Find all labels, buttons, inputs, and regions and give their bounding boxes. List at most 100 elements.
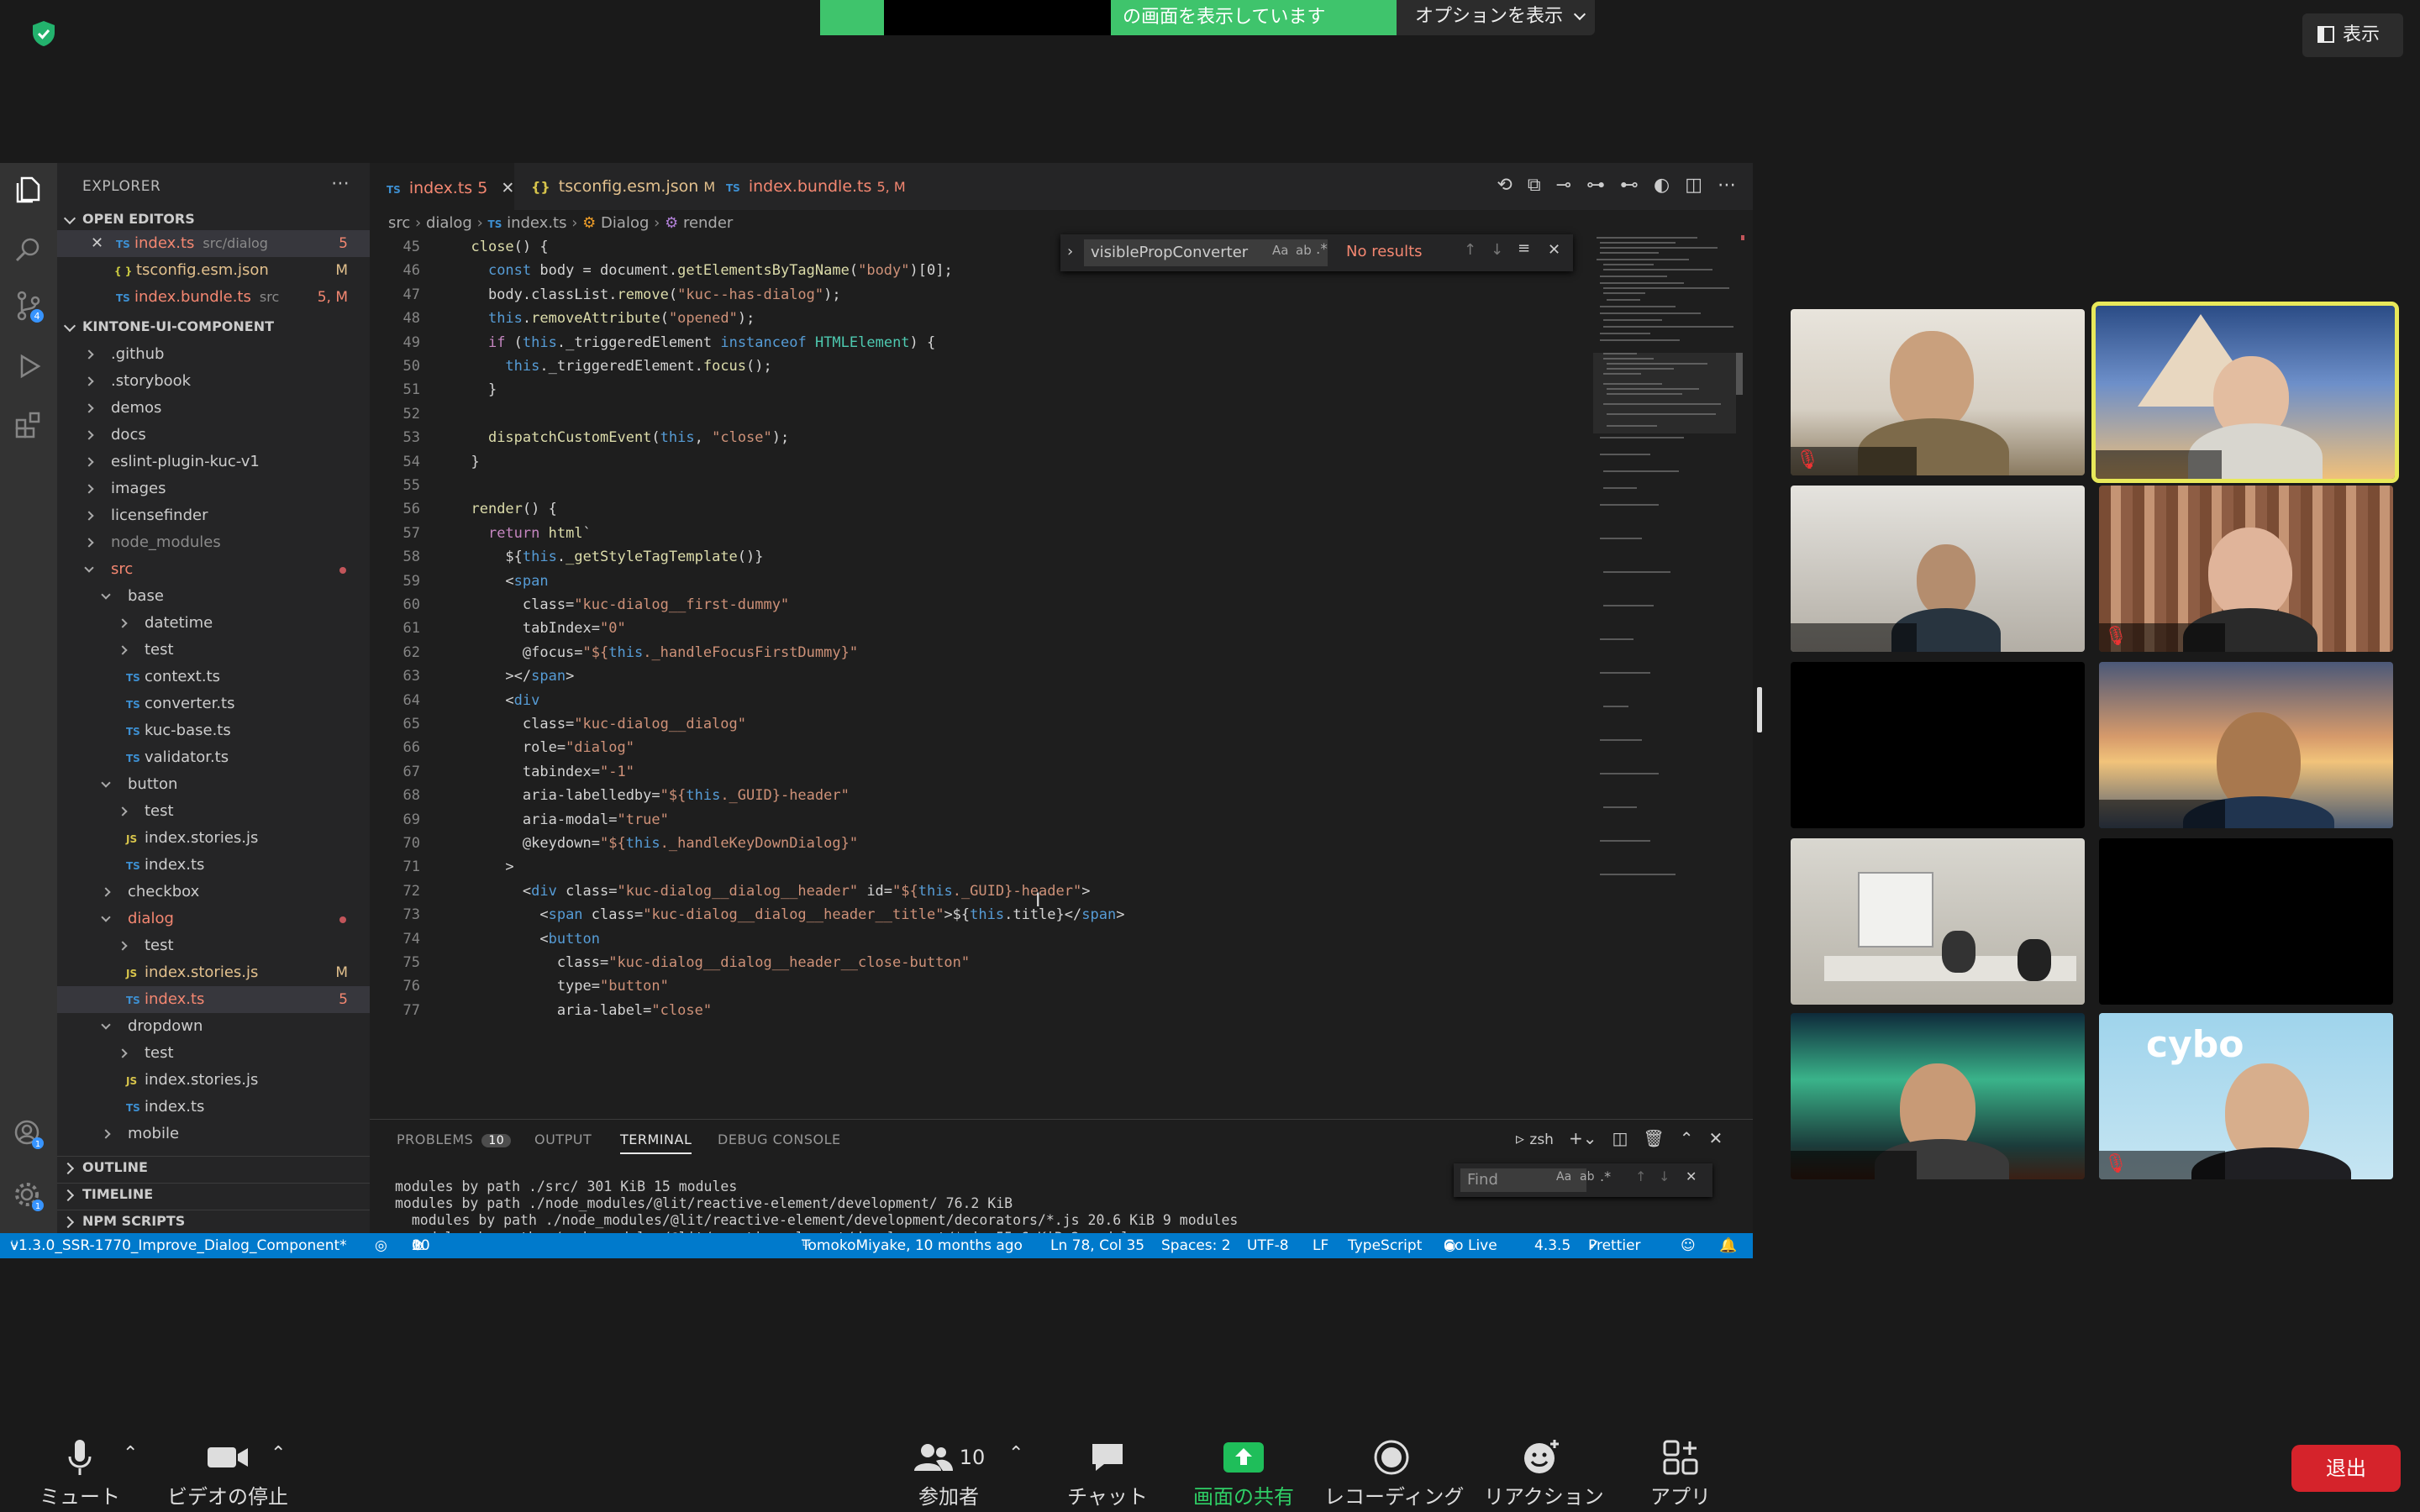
close-icon[interactable]: ✕ <box>1548 241 1560 259</box>
tree-folder[interactable]: licensefinder <box>57 502 370 529</box>
tree-folder[interactable]: test <box>57 637 370 664</box>
search-icon[interactable] <box>12 234 45 267</box>
record-button[interactable]: レコーディング <box>1324 1435 1464 1509</box>
npm-scripts-header[interactable]: NPM SCRIPTS <box>57 1210 370 1231</box>
tree-folder[interactable]: dialog <box>57 906 370 932</box>
participant-video-room[interactable] <box>1791 838 2085 1005</box>
tree-folder[interactable]: test <box>57 1040 370 1067</box>
mute-button[interactable]: ミュート <box>34 1435 126 1509</box>
cursor-position[interactable]: Ln 78, Col 35 <box>1050 1233 1144 1258</box>
tree-folder[interactable]: datetime <box>57 610 370 637</box>
open-editors-header[interactable]: OPEN EDITORS <box>57 208 370 230</box>
leave-meeting-button[interactable]: 退出 <box>2291 1445 2401 1492</box>
tree-file[interactable]: JS index.stories.js M <box>57 959 370 986</box>
tree-file[interactable]: JS index.stories.js <box>57 1067 370 1094</box>
tab-index-ts[interactable]: TS index.ts 5 ✕ <box>370 163 514 210</box>
settings-gear-icon[interactable]: 1 <box>12 1179 45 1213</box>
next-change-icon[interactable]: ⊷ <box>1620 175 1639 196</box>
breadcrumb-item[interactable]: index.ts <box>507 214 566 232</box>
tree-folder[interactable]: images <box>57 475 370 502</box>
previous-match-icon[interactable]: ↑ <box>1635 1168 1646 1184</box>
regex-icon[interactable]: .* <box>1316 241 1328 258</box>
open-editor-item[interactable]: ✕ TS index.ts src/dialog 5 <box>57 230 370 257</box>
close-icon[interactable]: ✕ <box>1709 1128 1723 1148</box>
tab-problems[interactable]: PROBLEMS 10 <box>397 1131 512 1147</box>
sync-icon[interactable]: ◎ <box>375 1233 387 1258</box>
close-icon[interactable]: ✕ <box>1686 1168 1697 1184</box>
indentation[interactable]: Spaces: 2 <box>1161 1233 1231 1258</box>
tree-file[interactable]: TS context.ts <box>57 664 370 690</box>
notifications-bell-icon[interactable]: 🔔 <box>1719 1233 1737 1258</box>
tree-folder[interactable]: eslint-plugin-kuc-v1 <box>57 449 370 475</box>
security-shield-icon[interactable] <box>32 20 55 47</box>
explorer-icon[interactable] <box>12 173 45 207</box>
next-match-icon[interactable]: ↓ <box>1659 1168 1670 1184</box>
breadcrumb-item[interactable]: render <box>683 214 733 232</box>
participant-video-active-speaker[interactable] <box>2091 302 2399 483</box>
tree-folder[interactable]: mobile <box>57 1121 370 1147</box>
regex-icon[interactable]: .* <box>1600 1168 1611 1184</box>
tree-folder[interactable]: docs <box>57 422 370 449</box>
typescript-version[interactable]: 4.3.5 <box>1534 1233 1570 1258</box>
tree-file[interactable]: TS kuc-base.ts <box>57 717 370 744</box>
close-icon[interactable]: ✕ <box>91 230 103 257</box>
source-control-icon[interactable]: 4 <box>12 289 45 323</box>
tree-folder[interactable]: test <box>57 798 370 825</box>
participant-video[interactable]: 🎙 <box>1791 309 2085 475</box>
new-terminal-icon[interactable]: +⌄ <box>1569 1128 1597 1148</box>
breadcrumb-item[interactable]: Dialog <box>601 214 649 232</box>
match-case-icon[interactable]: Aa <box>1272 243 1288 258</box>
more-actions-icon[interactable]: ⋯ <box>1718 175 1736 196</box>
tree-file[interactable]: JS index.stories.js <box>57 825 370 852</box>
tree-folder[interactable]: dropdown <box>57 1013 370 1040</box>
encoding[interactable]: UTF-8 <box>1247 1233 1289 1258</box>
find-in-selection-icon[interactable]: ≡ <box>1518 239 1530 257</box>
whole-word-icon[interactable]: ab <box>1296 243 1312 258</box>
participant-video-off[interactable] <box>1791 662 2085 828</box>
match-case-icon[interactable]: Aa <box>1556 1170 1571 1184</box>
participant-video[interactable]: cybo 🎙 <box>2099 1013 2393 1179</box>
split-terminal-icon[interactable]: ◫ <box>1612 1128 1628 1148</box>
next-match-icon[interactable]: ↓ <box>1491 241 1503 259</box>
participants-options-caret-icon[interactable]: ⌃ <box>1008 1443 1023 1464</box>
tree-folder[interactable]: node_modules <box>57 529 370 556</box>
tree-file[interactable]: TS index.ts 5 <box>57 986 370 1013</box>
whole-word-icon[interactable]: ab <box>1580 1170 1594 1184</box>
compare-icon[interactable]: ⧉ <box>1528 175 1541 196</box>
feedback-icon[interactable]: ☺ <box>1681 1233 1696 1258</box>
tree-folder[interactable]: test <box>57 932 370 959</box>
minimap[interactable] <box>1593 235 1744 1117</box>
account-icon[interactable]: 1 <box>12 1117 45 1151</box>
more-actions-icon[interactable]: ⋯ <box>331 173 350 194</box>
tree-file[interactable]: TS validator.ts <box>57 744 370 771</box>
blame-icon[interactable]: ◐ <box>1654 175 1670 196</box>
maximize-panel-icon[interactable]: ⌃ <box>1680 1128 1694 1148</box>
git-commit-icon[interactable]: ⊸ <box>1556 175 1571 196</box>
language-mode[interactable]: TypeScript <box>1348 1233 1422 1258</box>
tree-file[interactable]: TS index.ts <box>57 1094 370 1121</box>
participant-video[interactable] <box>1791 486 2085 652</box>
run-debug-icon[interactable] <box>12 349 45 383</box>
breadcrumb-item[interactable]: src <box>388 214 410 232</box>
outline-header[interactable]: OUTLINE <box>57 1156 370 1178</box>
open-editor-item[interactable]: { } tsconfig.esm.json M <box>57 257 370 284</box>
close-icon[interactable]: ✕ <box>501 179 514 197</box>
end-of-line[interactable]: LF <box>1313 1233 1328 1258</box>
tab-index-bundle[interactable]: TS index.bundle.ts 5, M <box>709 163 916 210</box>
apps-button[interactable]: アプリ <box>1647 1435 1714 1509</box>
timeline-header[interactable]: TIMELINE <box>57 1183 370 1205</box>
extensions-icon[interactable] <box>12 408 45 442</box>
view-options-button[interactable]: オプションを表示 <box>1397 0 1595 35</box>
audio-options-caret-icon[interactable]: ⌃ <box>123 1443 138 1464</box>
share-screen-button[interactable]: 画面の共有 <box>1192 1435 1296 1509</box>
tree-folder[interactable]: base <box>57 583 370 610</box>
tree-folder[interactable]: .github <box>57 341 370 368</box>
previous-change-icon[interactable]: ⊶ <box>1586 175 1605 196</box>
tab-debug-console[interactable]: DEBUG CONSOLE <box>718 1131 841 1147</box>
open-editor-item[interactable]: TS index.bundle.ts src 5, M <box>57 284 370 311</box>
tab-terminal[interactable]: TERMINAL <box>620 1131 692 1154</box>
code-editor[interactable]: 45 close() {46 const body = document.get… <box>370 237 1597 1119</box>
tree-folder[interactable]: src <box>57 556 370 583</box>
tree-folder[interactable]: demos <box>57 395 370 422</box>
split-resize-handle[interactable] <box>1757 687 1762 732</box>
